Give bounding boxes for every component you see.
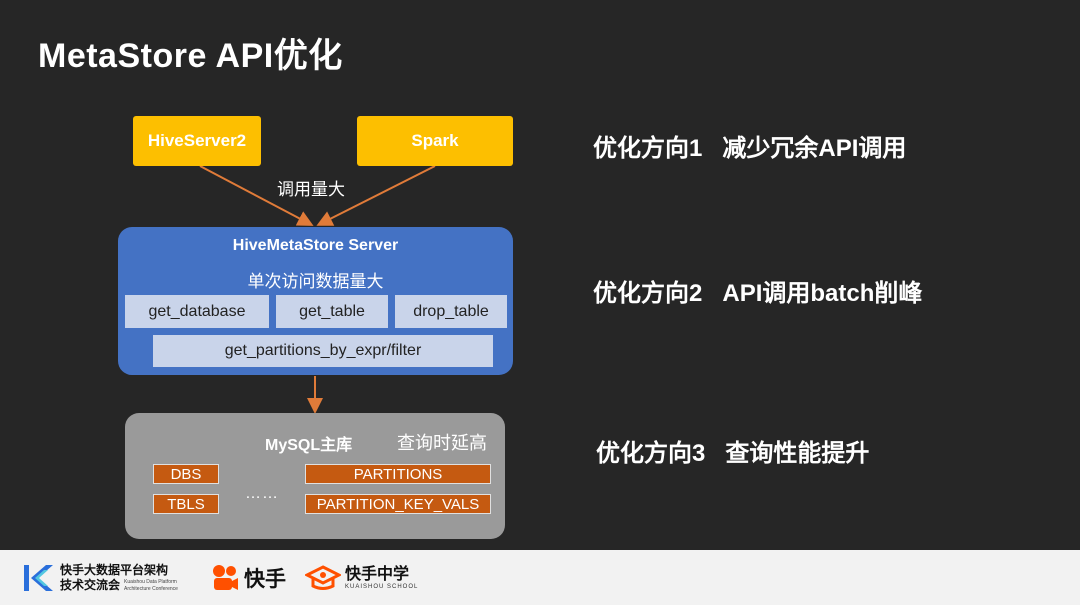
direction-2: 优化方向2 API调用batch削峰 (593, 273, 922, 308)
api-get-partitions: get_partitions_by_expr/filter (153, 335, 493, 367)
latency-label: 查询时延高 (397, 433, 487, 453)
footer-bar: 快手大数据平台架构 技术交流会 Kuaishou Data Platform A… (0, 550, 1080, 605)
table-partition-key-vals: PARTITION_KEY_VALS (305, 494, 491, 514)
spark-box: Spark (357, 116, 513, 166)
kuaishou-brand: 快手 (244, 568, 286, 591)
hiveserver2-box: HiveServer2 (133, 116, 261, 166)
api-get-database: get_database (125, 295, 269, 328)
kuaishou-camera-icon (213, 565, 238, 590)
school-name: 快手中学 (345, 565, 410, 583)
direction-3-text: 查询性能提升 (725, 440, 870, 467)
school-sub: KUAISHOU SCHOOL (345, 583, 419, 590)
direction-1-text: 减少冗余API调用 (722, 135, 907, 162)
direction-1-label: 优化方向1 (593, 135, 703, 162)
direction-1: 优化方向1 减少冗余API调用 (593, 128, 906, 163)
kuaishou-school-logo: 快手中学 KUAISHOU SCHOOL (305, 562, 418, 594)
hivemetastore-server-box: HiveMetaStore Server 单次访问数据量大 get_databa… (118, 227, 513, 375)
server-subtitle: 单次访问数据量大 (247, 272, 384, 291)
api-get-table: get_table (276, 295, 388, 328)
direction-3: 优化方向3 查询性能提升 (596, 433, 869, 468)
table-dbs: DBS (153, 464, 219, 484)
direction-3-label: 优化方向3 (596, 440, 706, 467)
mysql-master-box: MySQL主库 查询时延高 DBS TBLS …… PARTITIONS PAR… (125, 413, 505, 539)
hiveserver2-label: HiveServer2 (147, 131, 247, 150)
call-volume-label: 调用量大 (277, 180, 345, 199)
direction-2-label: 优化方向2 (593, 280, 703, 307)
forum-title-line1: 快手大数据平台架构 (60, 563, 169, 577)
spark-label: Spark (411, 131, 459, 150)
server-name: HiveMetaStore Server (232, 237, 399, 254)
table-partitions: PARTITIONS (305, 464, 491, 484)
forum-k-icon (24, 565, 53, 591)
slide-title: MetaStore API优化 (38, 37, 343, 75)
school-icon (305, 565, 341, 590)
forum-sub-line2: Architecture Conference (124, 585, 178, 592)
ellipsis: …… (245, 485, 279, 502)
mysql-name: MySQL主库 (265, 437, 353, 454)
forum-title-line2: 技术交流会 (60, 578, 121, 592)
forum-sub-line1: Kuaishou Data Platform (124, 578, 177, 585)
kuaishou-logo: 快手 (210, 562, 286, 594)
api-drop-table: drop_table (395, 295, 507, 328)
direction-2-text: API调用batch削峰 (722, 280, 923, 307)
forum-logo: 快手大数据平台架构 技术交流会 Kuaishou Data Platform A… (22, 562, 178, 594)
table-tbls: TBLS (153, 494, 219, 514)
